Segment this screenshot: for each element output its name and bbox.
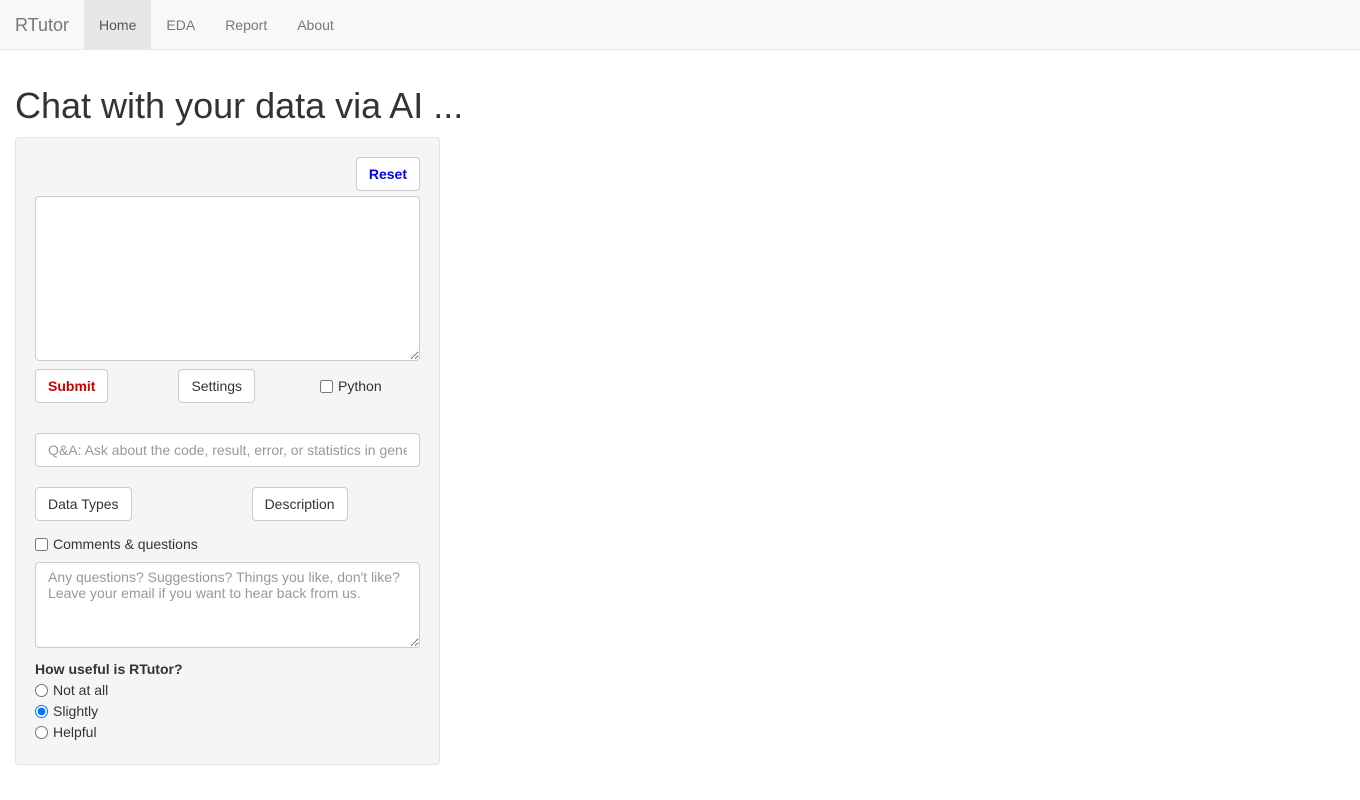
nav-tabs: Home EDA Report About	[84, 0, 349, 49]
useful-radio-label: Helpful	[53, 724, 97, 740]
useful-option-not-at-all[interactable]: Not at all	[35, 682, 420, 698]
data-types-button[interactable]: Data Types	[35, 487, 132, 521]
navbar: RTutor Home EDA Report About	[0, 0, 1360, 50]
useful-radio-slightly[interactable]	[35, 705, 48, 718]
comments-row: Comments & questions	[35, 536, 420, 552]
comments-checkbox[interactable]	[35, 538, 48, 551]
sidebar-panel: Reset Submit Settings Python Data Types …	[15, 137, 440, 765]
useful-group-label: How useful is RTutor?	[35, 661, 420, 677]
button-row: Data Types Description	[35, 487, 420, 521]
page-title: Chat with your data via AI ...	[15, 85, 1345, 127]
useful-radio-label: Not at all	[53, 682, 108, 698]
spacer	[142, 487, 242, 521]
brand-link[interactable]: RTutor	[0, 0, 84, 49]
useful-radio-label: Slightly	[53, 703, 98, 719]
reset-row: Reset	[35, 157, 420, 191]
comments-checkbox-label[interactable]: Comments & questions	[35, 536, 420, 552]
comments-checkbox-text: Comments & questions	[53, 536, 198, 552]
useful-radio-helpful[interactable]	[35, 726, 48, 739]
submit-row: Submit Settings Python	[35, 369, 420, 403]
reset-button[interactable]: Reset	[356, 157, 420, 191]
python-checkbox[interactable]	[320, 380, 333, 393]
submit-button[interactable]: Submit	[35, 369, 108, 403]
useful-option-helpful[interactable]: Helpful	[35, 724, 420, 740]
useful-radio-not-at-all[interactable]	[35, 684, 48, 697]
feedback-textarea[interactable]	[35, 562, 420, 648]
settings-button[interactable]: Settings	[178, 369, 255, 403]
nav-tab-about[interactable]: About	[282, 0, 349, 49]
description-button[interactable]: Description	[252, 487, 348, 521]
nav-tab-report[interactable]: Report	[210, 0, 282, 49]
main-container: Chat with your data via AI ... Reset Sub…	[0, 50, 1360, 800]
python-checkbox-label[interactable]: Python	[320, 378, 382, 394]
useful-radio-group: Not at all Slightly Helpful	[35, 682, 420, 740]
nav-tab-home[interactable]: Home	[84, 0, 151, 49]
python-checkbox-text: Python	[338, 378, 382, 394]
main-input-textarea[interactable]	[35, 196, 420, 361]
nav-tab-eda[interactable]: EDA	[151, 0, 210, 49]
useful-option-slightly[interactable]: Slightly	[35, 703, 420, 719]
qa-input[interactable]	[35, 433, 420, 467]
